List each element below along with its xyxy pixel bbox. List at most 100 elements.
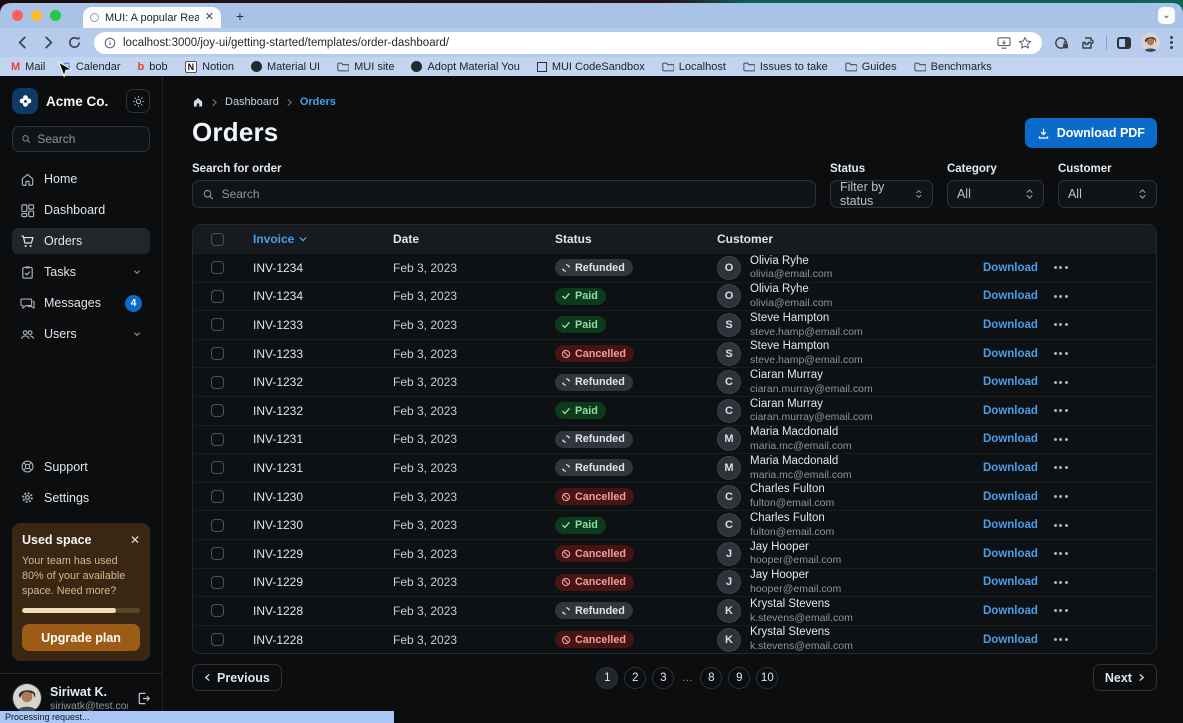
row-menu-icon[interactable]	[1054, 295, 1068, 298]
bookmark-item[interactable]: Localhost	[662, 61, 726, 73]
row-checkbox[interactable]	[211, 490, 224, 503]
row-checkbox[interactable]	[211, 347, 224, 360]
row-menu-icon[interactable]	[1054, 466, 1068, 469]
sidebar-item-home[interactable]: Home	[12, 166, 150, 192]
row-menu-icon[interactable]	[1054, 409, 1068, 412]
row-menu-icon[interactable]	[1054, 495, 1068, 498]
download-link[interactable]: Download	[983, 462, 1038, 474]
row-menu-icon[interactable]	[1054, 581, 1068, 584]
invoice-column-header[interactable]: Invoice	[241, 232, 381, 246]
breadcrumb-dashboard[interactable]: Dashboard	[225, 96, 279, 108]
previous-page-button[interactable]: Previous	[192, 664, 282, 691]
row-menu-icon[interactable]	[1054, 524, 1068, 527]
row-menu-icon[interactable]	[1054, 552, 1068, 555]
download-pdf-button[interactable]: Download PDF	[1025, 118, 1157, 148]
tab-close-icon[interactable]: ✕	[205, 12, 214, 23]
new-tab-button[interactable]: +	[231, 7, 249, 25]
page-button[interactable]: 2	[624, 667, 646, 689]
site-info-icon[interactable]	[104, 37, 116, 49]
browser-menu-icon[interactable]	[1170, 36, 1173, 49]
download-link[interactable]: Download	[983, 605, 1038, 617]
upgrade-plan-button[interactable]: Upgrade plan	[22, 624, 140, 651]
bookmark-item[interactable]: N Notion	[185, 61, 234, 73]
home-icon[interactable]	[192, 96, 204, 108]
minimize-window-button[interactable]	[31, 10, 42, 21]
row-checkbox[interactable]	[211, 433, 224, 446]
row-checkbox[interactable]	[211, 404, 224, 417]
window-controls[interactable]	[12, 10, 61, 21]
close-window-button[interactable]	[12, 10, 23, 21]
order-search-input[interactable]	[192, 180, 816, 208]
bookmark-item[interactable]: G Calendar	[62, 61, 120, 73]
row-checkbox[interactable]	[211, 547, 224, 560]
row-checkbox[interactable]	[211, 376, 224, 389]
tab-search-button[interactable]: ⌄	[1158, 7, 1175, 24]
sidebar-item-settings[interactable]: Settings	[12, 485, 150, 511]
download-link[interactable]: Download	[983, 348, 1038, 360]
bookmark-item[interactable]: Guides	[845, 61, 897, 73]
bookmark-item[interactable]: MUI CodeSandbox	[537, 61, 645, 73]
sidebar-item-support[interactable]: Support	[12, 454, 150, 480]
download-link[interactable]: Download	[983, 519, 1038, 531]
row-checkbox[interactable]	[211, 318, 224, 331]
page-button-active[interactable]: 1	[596, 667, 618, 689]
row-menu-icon[interactable]	[1054, 266, 1068, 269]
bookmark-item[interactable]: MUI site	[337, 61, 394, 73]
download-link[interactable]: Download	[983, 433, 1038, 445]
theme-toggle-button[interactable]	[126, 89, 150, 113]
download-link[interactable]: Download	[983, 576, 1038, 588]
download-link[interactable]: Download	[983, 491, 1038, 503]
next-page-button[interactable]: Next	[1093, 664, 1157, 691]
address-bar[interactable]: localhost:3000/joy-ui/getting-started/te…	[94, 32, 1042, 54]
privacy-extension-icon[interactable]	[1054, 35, 1070, 51]
url-text[interactable]: localhost:3000/joy-ui/getting-started/te…	[123, 37, 990, 49]
row-menu-icon[interactable]	[1054, 438, 1068, 441]
row-menu-icon[interactable]	[1054, 323, 1068, 326]
download-link[interactable]: Download	[983, 548, 1038, 560]
bookmark-item[interactable]: b bob	[138, 61, 168, 73]
bookmark-item[interactable]: Material UI	[251, 61, 320, 73]
bookmark-item[interactable]: Issues to take	[743, 61, 828, 73]
sidebar-item-orders[interactable]: Orders	[12, 228, 150, 254]
download-link[interactable]: Download	[983, 290, 1038, 302]
profile-avatar[interactable]	[1141, 33, 1160, 52]
row-checkbox[interactable]	[211, 290, 224, 303]
row-checkbox[interactable]	[211, 604, 224, 617]
sidebar-item-messages[interactable]: Messages 4	[12, 290, 150, 316]
breadcrumb-orders[interactable]: Orders	[300, 96, 336, 108]
logout-button[interactable]	[136, 691, 151, 706]
side-panel-icon[interactable]	[1117, 37, 1131, 49]
row-menu-icon[interactable]	[1054, 609, 1068, 612]
bookmark-item[interactable]: M Mail	[11, 61, 45, 73]
select-all-checkbox[interactable]	[211, 233, 224, 246]
status-filter-select[interactable]: Filter by status	[830, 180, 933, 208]
row-checkbox[interactable]	[211, 461, 224, 474]
bookmark-star-icon[interactable]	[1018, 36, 1032, 50]
download-link[interactable]: Download	[983, 319, 1038, 331]
extensions-puzzle-icon[interactable]	[1080, 35, 1096, 51]
page-button[interactable]: 8	[700, 667, 722, 689]
page-button[interactable]: 3	[652, 667, 674, 689]
install-icon[interactable]	[997, 37, 1011, 49]
bookmark-item[interactable]: Benchmarks	[914, 61, 992, 73]
row-menu-icon[interactable]	[1054, 381, 1068, 384]
row-checkbox[interactable]	[211, 576, 224, 589]
browser-tab[interactable]: MUI: A popular React UI fram ✕	[83, 7, 221, 28]
bookmark-item[interactable]: Adopt Material You	[411, 61, 519, 73]
reload-button[interactable]	[62, 31, 86, 55]
forward-button[interactable]	[36, 31, 60, 55]
page-button[interactable]: 10	[756, 667, 778, 689]
category-filter-select[interactable]: All	[947, 180, 1044, 208]
row-menu-icon[interactable]	[1054, 352, 1068, 355]
customer-filter-select[interactable]: All	[1058, 180, 1157, 208]
page-button[interactable]: 9	[728, 667, 750, 689]
download-link[interactable]: Download	[983, 262, 1038, 274]
sidebar-search-input[interactable]	[12, 126, 150, 152]
maximize-window-button[interactable]	[50, 10, 61, 21]
download-link[interactable]: Download	[983, 634, 1038, 646]
sidebar-item-tasks[interactable]: Tasks	[12, 259, 150, 285]
acme-logo[interactable]	[12, 88, 38, 114]
sidebar-item-dashboard[interactable]: Dashboard	[12, 197, 150, 223]
back-button[interactable]	[10, 31, 34, 55]
sidebar-item-users[interactable]: Users	[12, 321, 150, 347]
